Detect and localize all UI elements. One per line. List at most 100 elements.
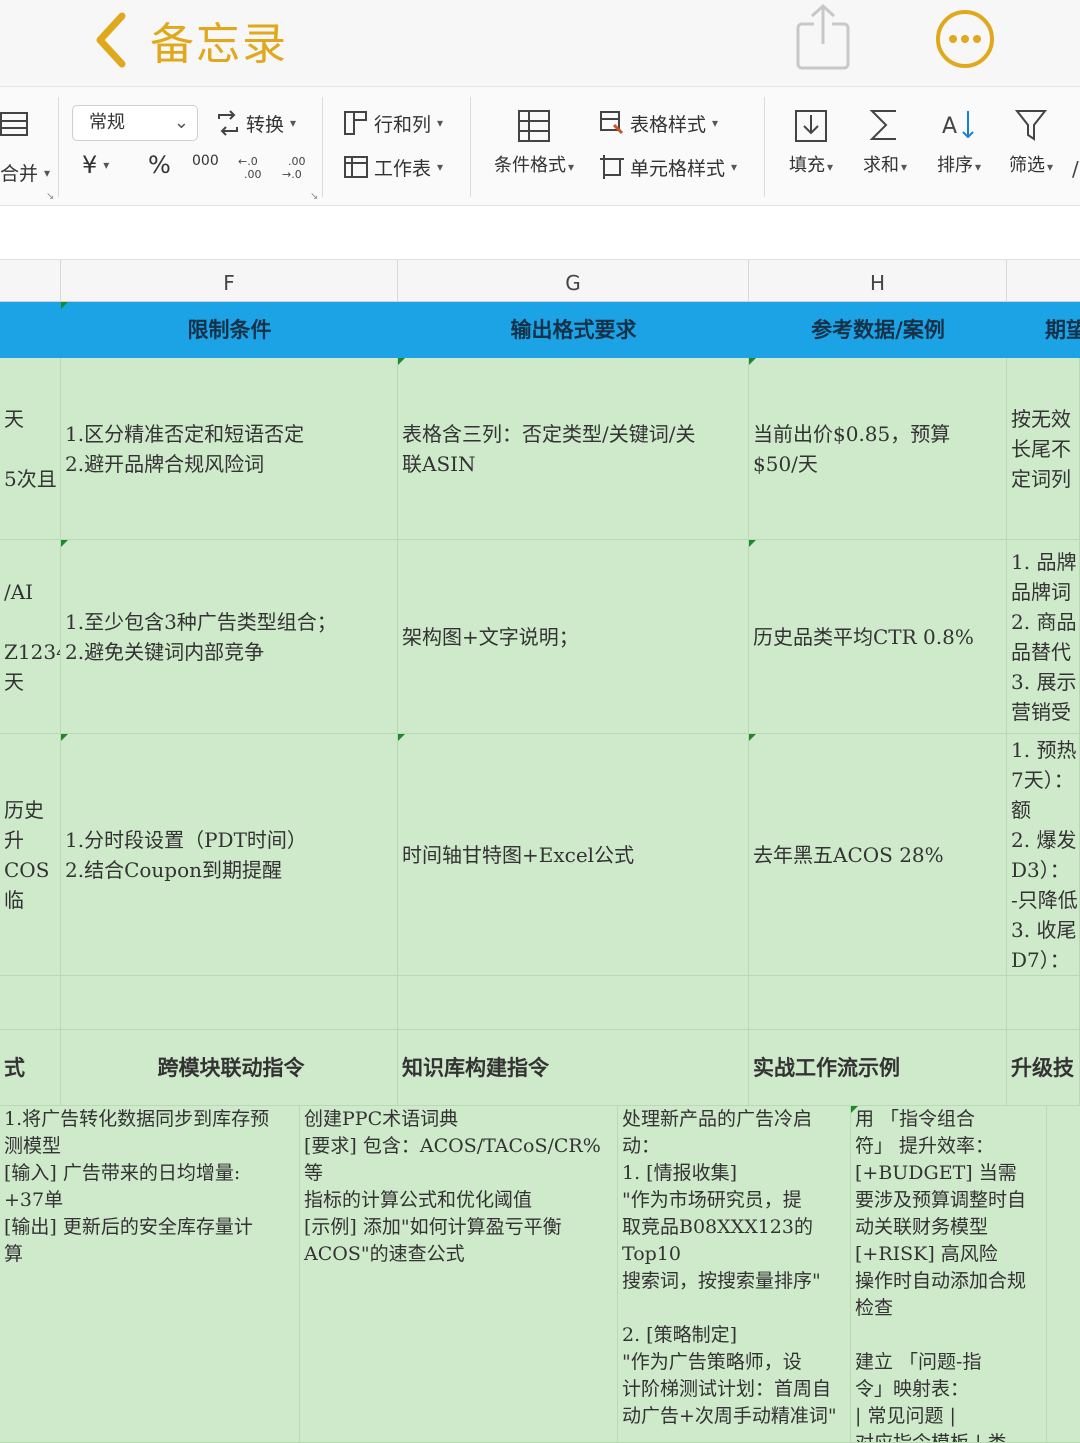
- table-cell[interactable]: 架构图+文字说明；: [398, 540, 749, 734]
- comment-indicator-icon: [749, 540, 756, 547]
- table-cell[interactable]: 按无效 长尾不 定词列: [1007, 358, 1080, 540]
- empty-cell[interactable]: [61, 976, 398, 1030]
- merge-button[interactable]: 合并 ▾: [0, 159, 50, 186]
- conditional-format-icon: [518, 110, 550, 142]
- cell-style-icon: [600, 155, 624, 179]
- worksheet-label: 工作表: [374, 157, 432, 180]
- sum-label: 求和: [862, 155, 899, 176]
- sort-label: 排序: [936, 155, 973, 176]
- number-format-select[interactable]: 常规 ⌄: [72, 105, 198, 141]
- sum-icon: [869, 110, 896, 140]
- column-header-g[interactable]: G: [398, 260, 749, 302]
- table-cell[interactable]: 天 5次且: [0, 358, 61, 540]
- row-column-label: 行和列: [374, 113, 432, 136]
- column-header-e[interactable]: [0, 260, 61, 302]
- group-expand-icon[interactable]: ↘: [46, 191, 54, 202]
- fill-label: 填充: [788, 155, 825, 176]
- column-header-i[interactable]: [1007, 260, 1080, 302]
- header-cell-constraints[interactable]: 限制条件: [61, 302, 398, 358]
- convert-label: 转换: [246, 113, 285, 136]
- share-icon[interactable]: [790, 2, 856, 72]
- table-cell[interactable]: 1. 预热 7天）： 额 2. 爆发 D3）： -只降低 3. 收尾 D7）：: [1007, 734, 1080, 976]
- group-expand-icon[interactable]: ↘: [310, 191, 318, 202]
- section2-header-knowledge-base[interactable]: 知识库构建指令: [398, 1030, 749, 1106]
- svg-text:.00: .00: [244, 168, 262, 181]
- decrease-decimal-icon[interactable]: ←.0.00: [236, 153, 264, 181]
- row-column-icon: [344, 111, 367, 135]
- comment-indicator-icon: [61, 302, 68, 309]
- column-header-h[interactable]: H: [749, 260, 1007, 302]
- worksheet-button[interactable]: 工作表 ▾: [342, 153, 443, 181]
- comment-indicator-icon: [61, 734, 68, 741]
- table-cell[interactable]: 表格含三列：否定类型/关键词/关 联ASIN: [398, 358, 749, 540]
- svg-text:→.0: →.0: [282, 168, 302, 181]
- table-cell[interactable]: 用 「指令组合 符」 提升效率： [+BUDGET] 当需 要涉及预算调整时自 …: [851, 1106, 1047, 1443]
- svg-text:.00: .00: [288, 155, 306, 168]
- section2-header-workflow[interactable]: 实战工作流示例: [749, 1030, 1007, 1106]
- filter-icon: [1014, 110, 1048, 141]
- section2-header-cell[interactable]: 式: [0, 1030, 61, 1106]
- table-style-label: 表格样式: [630, 113, 707, 136]
- section2-header-cross-module[interactable]: 跨模块联动指令: [61, 1030, 398, 1106]
- percent-button[interactable]: %: [148, 151, 171, 179]
- table-cell[interactable]: 去年黑五ACOS 28%: [749, 734, 1007, 976]
- comment-indicator-icon: [851, 1106, 858, 1113]
- conditional-format-label: 条件格式: [493, 155, 566, 176]
- table-cell[interactable]: 1.至少包含3种广告类型组合； 2.避免关键词内部竞争: [61, 540, 398, 734]
- table-cell[interactable]: 1. 品牌 品牌词 2. 商品 品替代 3. 展示 营销受: [1007, 540, 1080, 734]
- header-cell-output-format[interactable]: 输出格式要求: [398, 302, 749, 358]
- comment-indicator-icon: [749, 358, 756, 365]
- sort-icon: A: [942, 111, 974, 139]
- column-header-f[interactable]: F: [61, 260, 398, 302]
- table-cell[interactable]: 当前出价$0.85，预算 $50/天: [749, 358, 1007, 540]
- table-cell[interactable]: 1.分时段设置（PDT时间） 2.结合Coupon到期提醒: [61, 734, 398, 976]
- table-cell[interactable]: 时间轴甘特图+Excel公式: [398, 734, 749, 976]
- convert-button[interactable]: 转换 ▾: [214, 109, 296, 137]
- empty-cell[interactable]: [1047, 1106, 1080, 1443]
- thousands-symbol: 000: [192, 153, 219, 169]
- table-cell[interactable]: 处理新产品的广告冷启 动： 1. [情报收集] "作为市场研究员，提 取竞品B0…: [618, 1106, 851, 1443]
- number-format-value: 常规: [89, 112, 125, 133]
- empty-cell[interactable]: [1007, 976, 1080, 1030]
- thousands-separator-button[interactable]: 000: [192, 153, 219, 169]
- row-column-button[interactable]: 行和列 ▾: [342, 109, 443, 137]
- filter-label: 筛选: [1008, 155, 1045, 176]
- header-cell-e[interactable]: [0, 302, 61, 358]
- back-chevron-icon[interactable]: [88, 10, 138, 70]
- currency-button[interactable]: ¥ ▾: [82, 151, 109, 179]
- comment-indicator-icon: [749, 734, 756, 741]
- formula-bar[interactable]: [0, 206, 1080, 260]
- ribbon-toolbar: 合并 ▾ ↘ 常规 ⌄ 转换 ▾ ¥ ▾ % 000 ←.0.00 .00 →.0 ↘ …: [0, 86, 1080, 206]
- merge-cells-icon[interactable]: [0, 109, 30, 139]
- merge-label: 合并: [0, 163, 39, 185]
- empty-cell[interactable]: [0, 976, 61, 1030]
- conditional-format-button[interactable]: 条件格式 ▾: [486, 109, 582, 177]
- header-cell-reference-data[interactable]: 参考数据/案例: [749, 302, 1007, 358]
- fill-icon: [795, 110, 827, 142]
- app-title: 备忘录: [150, 19, 288, 70]
- comment-indicator-icon: [61, 540, 68, 547]
- sort-button[interactable]: A 排序 ▾: [928, 107, 990, 177]
- sum-button[interactable]: 求和 ▾: [854, 107, 916, 177]
- table-cell[interactable]: /AI Z1234 天: [0, 540, 61, 734]
- fill-button[interactable]: 填充 ▾: [780, 107, 842, 177]
- ribbon-overflow-icon[interactable]: /: [1072, 157, 1079, 181]
- table-cell[interactable]: 历史 升 COS临: [0, 734, 61, 976]
- header-cell-expectation[interactable]: 期望: [1007, 302, 1080, 358]
- empty-cell[interactable]: [749, 976, 1007, 1030]
- increase-decimal-icon[interactable]: .00→.0: [280, 153, 308, 181]
- percent-symbol: %: [148, 151, 171, 179]
- table-cell[interactable]: 创建PPC术语词典 [要求] 包含：ACOS/TACoS/CR%等 指标的计算公…: [300, 1106, 618, 1443]
- filter-button[interactable]: 筛选 ▾: [1000, 107, 1062, 177]
- table-cell[interactable]: 历史品类平均CTR 0.8%: [749, 540, 1007, 734]
- table-cell[interactable]: 1.区分精准否定和短语否定 2.避开品牌合规风险词: [61, 358, 398, 540]
- currency-symbol: ¥: [82, 151, 98, 179]
- spreadsheet-grid: F G H 限制条件 输出格式要求 参考数据/案例 期望 天 5次且 1.区分精…: [0, 260, 1080, 1443]
- comment-indicator-icon: [398, 358, 405, 365]
- cell-style-button[interactable]: 单元格样式 ▾: [598, 153, 737, 181]
- more-options-icon[interactable]: [934, 8, 996, 70]
- table-cell[interactable]: 1.将广告转化数据同步到库存预 测模型 [输入] 广告带来的日均增量: +37单…: [0, 1106, 300, 1443]
- empty-cell[interactable]: [398, 976, 749, 1030]
- table-style-button[interactable]: 表格样式 ▾: [598, 109, 718, 137]
- section2-header-upgrade[interactable]: 升级技: [1007, 1030, 1080, 1106]
